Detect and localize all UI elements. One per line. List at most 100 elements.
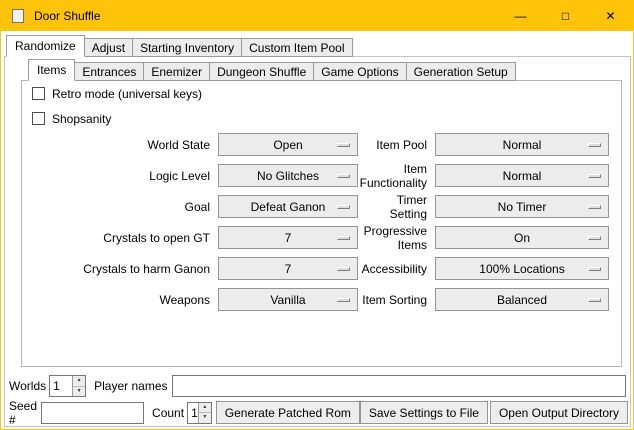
progressive-items-dropdown[interactable]: On bbox=[435, 226, 609, 249]
tab-custom-item-pool[interactable]: Custom Item Pool bbox=[241, 38, 352, 57]
world-state-dropdown[interactable]: Open bbox=[218, 133, 358, 156]
spin-up-icon[interactable]: ▲ bbox=[73, 376, 85, 387]
player-names-label: Player names bbox=[94, 379, 167, 393]
logic-level-dropdown[interactable]: No Glitches bbox=[218, 164, 358, 187]
shopsanity-label: Shopsanity bbox=[52, 112, 111, 126]
retro-mode-label: Retro mode (universal keys) bbox=[52, 87, 202, 101]
tab-randomize[interactable]: Randomize bbox=[6, 35, 85, 57]
tab-entrances[interactable]: Entrances bbox=[74, 62, 144, 81]
dropdown-indicator-icon bbox=[337, 174, 350, 178]
dropdown-indicator-icon bbox=[588, 143, 601, 147]
worlds-row: Worlds 1 ▲ ▼ Player names bbox=[9, 375, 626, 397]
timer-setting-dropdown[interactable]: No Timer bbox=[435, 195, 609, 218]
generate-patched-rom-button[interactable]: Generate Patched Rom bbox=[216, 401, 360, 424]
spinner-buttons: ▲ ▼ bbox=[72, 376, 85, 396]
goal-label: Goal bbox=[21, 200, 218, 214]
tab-adjust[interactable]: Adjust bbox=[84, 38, 133, 57]
app-icon bbox=[10, 8, 26, 24]
app-icon-glyph bbox=[12, 9, 24, 23]
worlds-spinner[interactable]: 1 ▲ ▼ bbox=[49, 375, 86, 397]
timer-setting-value: No Timer bbox=[498, 200, 547, 214]
crystals-gt-dropdown[interactable]: 7 bbox=[218, 226, 358, 249]
logic-level-label: Logic Level bbox=[21, 169, 218, 183]
close-button[interactable]: ✕ bbox=[588, 1, 633, 31]
crystals-ganon-label: Crystals to harm Ganon bbox=[21, 262, 218, 276]
dropdown-indicator-icon bbox=[588, 298, 601, 302]
dropdown-indicator-icon bbox=[337, 298, 350, 302]
spinner-buttons: ▲ ▼ bbox=[198, 403, 211, 423]
weapons-value: Vanilla bbox=[270, 293, 305, 307]
item-sorting-dropdown[interactable]: Balanced bbox=[435, 288, 609, 311]
accessibility-value: 100% Locations bbox=[479, 262, 564, 276]
item-functionality-value: Normal bbox=[503, 169, 542, 183]
worlds-value: 1 bbox=[50, 376, 72, 396]
goal-value: Defeat Ganon bbox=[251, 200, 326, 214]
titlebar: Door Shuffle — □ ✕ bbox=[1, 1, 633, 31]
dropdown-indicator-icon bbox=[588, 174, 601, 178]
progressive-items-label: Progressive Items bbox=[358, 224, 435, 252]
dropdown-indicator-icon bbox=[337, 143, 350, 147]
dropdown-indicator-icon bbox=[337, 267, 350, 271]
item-sorting-value: Balanced bbox=[497, 293, 547, 307]
option-row: Crystals to harm Ganon 7 Accessibility 1… bbox=[21, 257, 622, 280]
world-state-label: World State bbox=[21, 138, 218, 152]
maximize-button[interactable]: □ bbox=[543, 1, 588, 31]
retro-mode-checkbox[interactable] bbox=[32, 87, 45, 100]
item-pool-dropdown[interactable]: Normal bbox=[435, 133, 609, 156]
dropdown-indicator-icon bbox=[337, 205, 350, 209]
logic-level-value: No Glitches bbox=[257, 169, 319, 183]
crystals-ganon-dropdown[interactable]: 7 bbox=[218, 257, 358, 280]
tab-starting-inventory[interactable]: Starting Inventory bbox=[132, 38, 242, 57]
crystals-gt-label: Crystals to open GT bbox=[21, 231, 218, 245]
tab-items[interactable]: Items bbox=[28, 59, 75, 81]
settings-tab-bar: Items Entrances Enemizer Dungeon Shuffle… bbox=[28, 59, 516, 81]
minimize-button[interactable]: — bbox=[498, 1, 543, 31]
tab-dungeon-shuffle[interactable]: Dungeon Shuffle bbox=[209, 62, 314, 81]
crystals-gt-value: 7 bbox=[285, 231, 292, 245]
shopsanity-checkbox[interactable] bbox=[32, 112, 45, 125]
option-row: Weapons Vanilla Item Sorting Balanced bbox=[21, 288, 622, 311]
world-state-value: Open bbox=[273, 138, 302, 152]
main-tab-bar: Randomize Adjust Starting Inventory Cust… bbox=[6, 35, 353, 57]
timer-setting-label: Timer Setting bbox=[358, 193, 435, 221]
dropdown-indicator-icon bbox=[588, 267, 601, 271]
accessibility-label: Accessibility bbox=[358, 262, 435, 276]
window-title: Door Shuffle bbox=[34, 9, 498, 23]
seed-input[interactable] bbox=[41, 402, 144, 424]
weapons-dropdown[interactable]: Vanilla bbox=[218, 288, 358, 311]
tab-game-options[interactable]: Game Options bbox=[313, 62, 406, 81]
worlds-label: Worlds bbox=[9, 379, 46, 393]
shopsanity-row: Shopsanity bbox=[32, 111, 111, 126]
count-spinner[interactable]: 1 ▲ ▼ bbox=[187, 402, 212, 424]
option-row: World State Open Item Pool Normal bbox=[21, 133, 622, 156]
count-label: Count bbox=[152, 406, 184, 420]
dropdown-indicator-icon bbox=[588, 236, 601, 240]
item-pool-value: Normal bbox=[503, 138, 542, 152]
open-output-directory-button[interactable]: Open Output Directory bbox=[490, 401, 628, 424]
window: Door Shuffle — □ ✕ Randomize Adjust Star… bbox=[0, 0, 634, 430]
item-functionality-dropdown[interactable]: Normal bbox=[435, 164, 609, 187]
count-value: 1 bbox=[188, 403, 198, 423]
item-functionality-label: Item Functionality bbox=[358, 162, 435, 190]
option-row: Crystals to open GT 7 Progressive Items … bbox=[21, 226, 622, 249]
option-row: Goal Defeat Ganon Timer Setting No Timer bbox=[21, 195, 622, 218]
retro-mode-row: Retro mode (universal keys) bbox=[32, 86, 202, 101]
dropdown-indicator-icon bbox=[337, 236, 350, 240]
item-sorting-label: Item Sorting bbox=[358, 293, 435, 307]
goal-dropdown[interactable]: Defeat Ganon bbox=[218, 195, 358, 218]
generation-row: Seed # Count 1 ▲ ▼ Generate Patched Rom … bbox=[9, 401, 628, 424]
spin-down-icon[interactable]: ▼ bbox=[73, 387, 85, 397]
seed-label: Seed # bbox=[9, 399, 37, 427]
option-row: Logic Level No Glitches Item Functionali… bbox=[21, 164, 622, 187]
dropdown-indicator-icon bbox=[588, 205, 601, 209]
tab-generation-setup[interactable]: Generation Setup bbox=[406, 62, 516, 81]
spin-up-icon[interactable]: ▲ bbox=[199, 403, 211, 414]
weapons-label: Weapons bbox=[21, 293, 218, 307]
tab-enemizer[interactable]: Enemizer bbox=[143, 62, 210, 81]
accessibility-dropdown[interactable]: 100% Locations bbox=[435, 257, 609, 280]
player-names-input[interactable] bbox=[172, 375, 627, 397]
save-settings-button[interactable]: Save Settings to File bbox=[360, 401, 488, 424]
spin-down-icon[interactable]: ▼ bbox=[199, 413, 211, 423]
progressive-items-value: On bbox=[514, 231, 530, 245]
item-pool-label: Item Pool bbox=[358, 138, 435, 152]
